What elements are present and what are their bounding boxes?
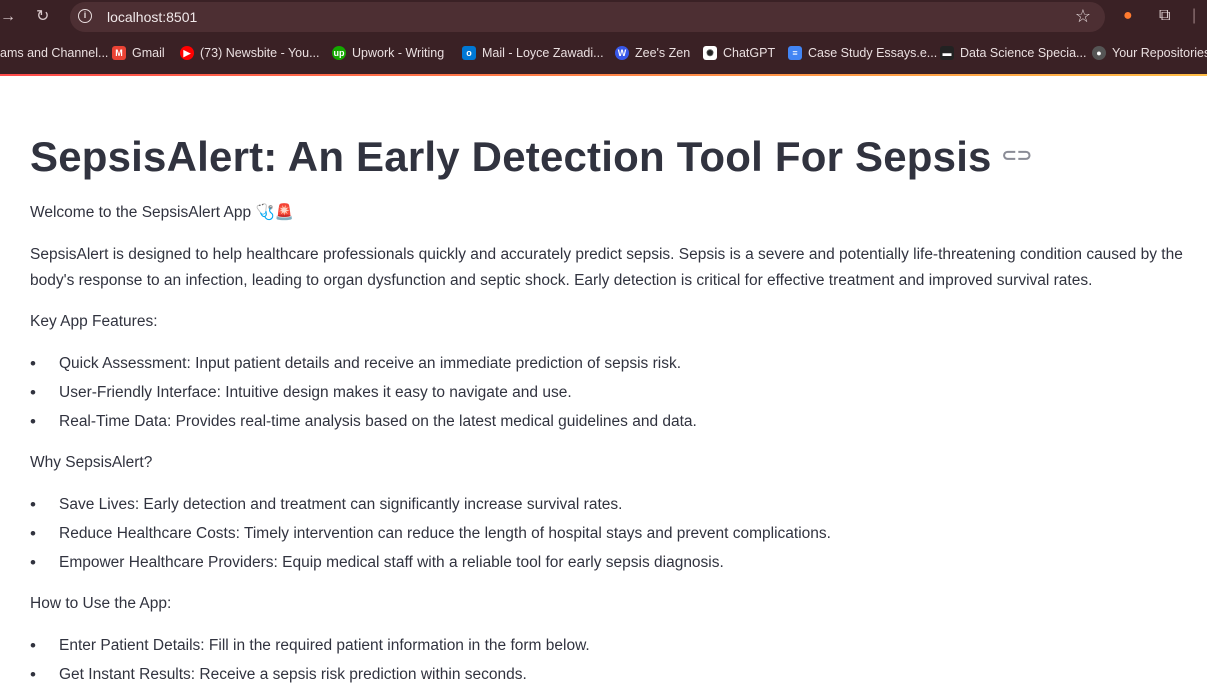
bookmarks-bar: ams and Channel... M Gmail ▶ (73) Newsbite -… [0,42,1207,66]
forward-icon[interactable]: → [0,9,16,25]
extensions-puzzle-icon[interactable]: ⧉ [1159,7,1170,25]
bookmark-item[interactable]: ● Your Repositories [1092,46,1207,60]
browser-toolbar: → ↻ i localhost:8501 ☆ ● ⧉ | [0,0,1207,36]
bookmark-item[interactable]: ≡ Case Study Essays.e... [788,46,937,60]
bookmark-item[interactable]: ▬ Data Science Specia... [940,46,1086,60]
anchor-link-icon[interactable]: ⊂⊃ [1002,145,1033,166]
list-item: User-Friendly Interface: Intuitive desig… [30,378,1195,407]
features-list: Quick Assessment: Input patient details … [30,349,1195,436]
bookmark-label: ams and Channel... [0,46,109,60]
bookmark-item[interactable]: ▶ (73) Newsbite - You... [180,46,320,60]
list-item: Real-Time Data: Provides real-time analy… [30,407,1195,436]
address-url[interactable]: localhost:8501 [107,9,197,25]
bookmark-label: Upwork - Writing [352,46,445,60]
gmail-icon: M [112,46,126,60]
bookmark-item[interactable]: ✺ ChatGPT [703,46,775,60]
intro-paragraph: SepsisAlert is designed to help healthca… [30,246,1183,289]
bookmark-item[interactable]: up Upwork - Writing [332,46,444,60]
docs-icon: ≡ [788,46,802,60]
course-icon: ▬ [940,46,954,60]
list-item: Get Instant Results: Receive a sepsis ri… [30,660,1195,689]
page-title: SepsisAlert: An Early Detection Tool For… [30,133,1033,180]
github-icon: ● [1092,46,1106,60]
bookmark-label: Gmail [132,46,165,60]
bookmark-label: Mail - Loyce Zawadi... [482,46,604,60]
extension-icon[interactable]: ● [1123,7,1133,25]
bookmark-label: ChatGPT [723,46,776,60]
chatgpt-icon: ✺ [703,46,717,60]
toolbar-divider: | [1192,7,1197,24]
howto-heading: How to Use the App: [30,595,172,612]
bookmark-item[interactable]: W Zee's Zen [615,46,690,60]
bookmark-star-icon[interactable]: ☆ [1075,6,1091,27]
outlook-icon: o [462,46,476,60]
why-heading: Why SepsisAlert? [30,454,153,471]
bookmark-item[interactable]: o Mail - Loyce Zawadi... [462,46,604,60]
site-info-icon[interactable]: i [78,9,92,23]
howto-list: Enter Patient Details: Fill in the requi… [30,631,1195,689]
list-item: Quick Assessment: Input patient details … [30,349,1195,378]
list-item: Reduce Healthcare Costs: Timely interven… [30,519,1195,548]
list-item: Empower Healthcare Providers: Equip medi… [30,548,1195,577]
wordpress-icon: W [615,46,629,60]
bookmark-label: Case Study Essays.e... [808,46,938,60]
bookmark-label: Data Science Specia... [960,46,1087,60]
bookmark-item[interactable]: ams and Channel... [0,46,108,60]
why-list: Save Lives: Early detection and treatmen… [30,490,1195,577]
bookmark-item[interactable]: M Gmail [112,46,165,60]
browser-chrome: → ↻ i localhost:8501 ☆ ● ⧉ | ams and Cha… [0,0,1207,74]
list-item: Save Lives: Early detection and treatmen… [30,490,1195,519]
upwork-icon: up [332,46,346,60]
welcome-text: Welcome to the SepsisAlert App 🩺🚨 [30,204,295,221]
bookmark-label: (73) Newsbite - You... [200,46,320,60]
address-bar[interactable]: i localhost:8501 ☆ [70,2,1105,32]
bookmark-label: Zee's Zen [635,46,691,60]
youtube-icon: ▶ [180,46,194,60]
list-item: Enter Patient Details: Fill in the requi… [30,631,1195,660]
bookmark-label: Your Repositories [1112,46,1207,60]
app-header-accent [0,74,1207,76]
reload-icon[interactable]: ↻ [36,9,49,25]
features-heading: Key App Features: [30,313,158,330]
